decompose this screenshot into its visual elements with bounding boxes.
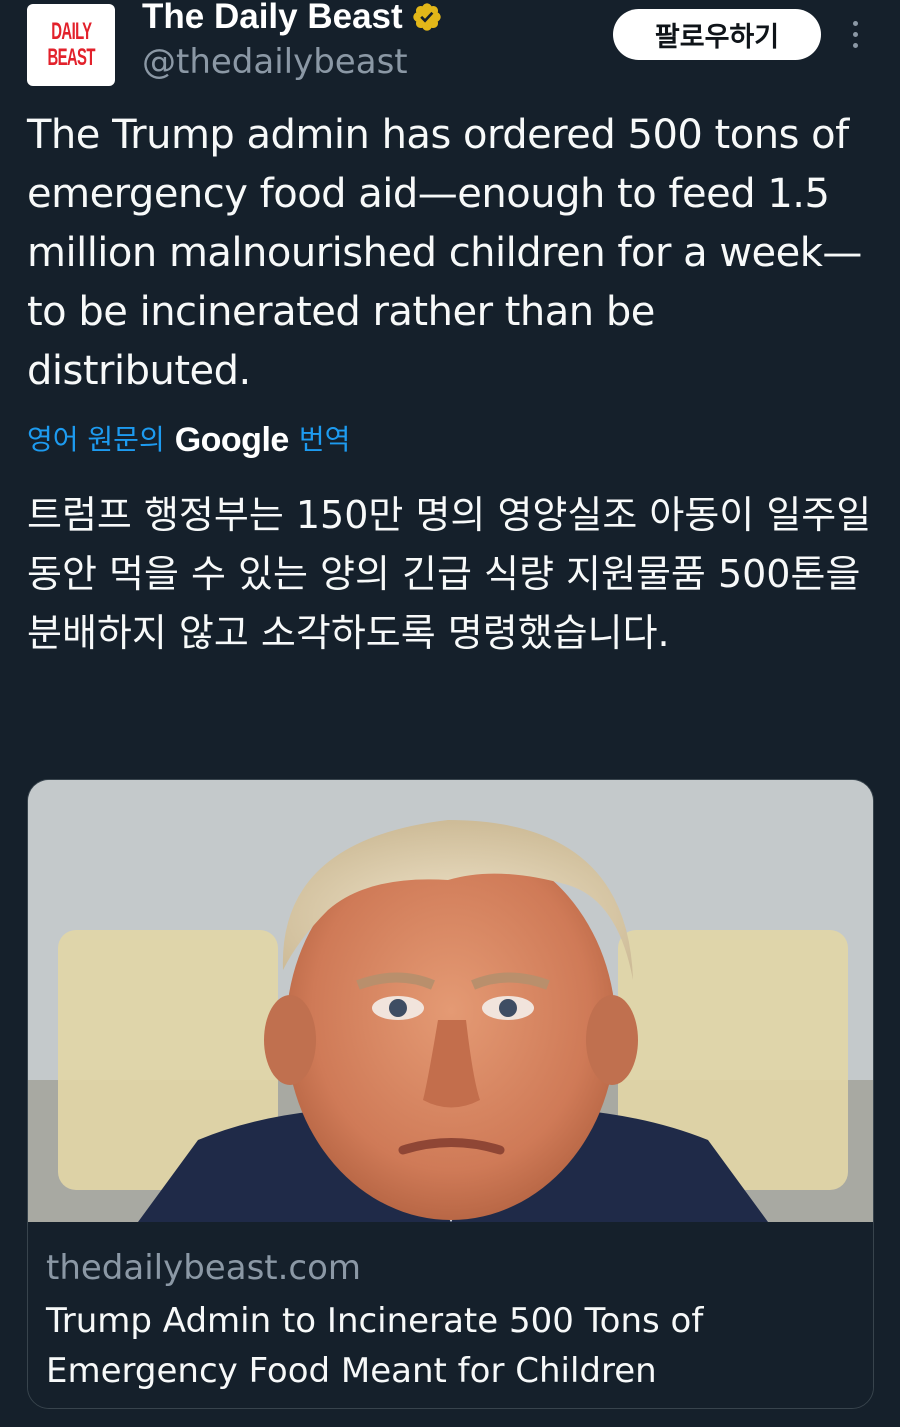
google-logo: Google: [174, 421, 290, 459]
card-text[interactable]: thedailybeast.com Trump Admin to Inciner…: [28, 1222, 873, 1408]
tweet: DAILY BEAST The Daily Beast @thedailybea…: [0, 0, 900, 1427]
more-vertical-icon[interactable]: [840, 14, 870, 54]
verified-badge-icon: [412, 3, 441, 31]
name-row: The Daily Beast: [142, 0, 443, 38]
translation-attribution: 영어 원문의 Google 번역: [27, 420, 350, 460]
logo-line-1: DAILY: [50, 18, 92, 45]
card-title[interactable]: Trump Admin to Incinerate 500 Tons of Em…: [46, 1296, 846, 1396]
card-image[interactable]: [28, 780, 873, 1222]
handle[interactable]: @thedailybeast: [142, 40, 408, 84]
avatar[interactable]: DAILY BEAST: [27, 4, 115, 86]
logo-line-2: BEAST: [47, 44, 95, 71]
follow-button[interactable]: 팔로우하기: [613, 9, 821, 60]
translation-suffix-link[interactable]: 번역: [299, 420, 351, 460]
translated-text: 트럼프 행정부는 150만 명의 영양실조 아동이 일주일 동안 먹을 수 있는…: [27, 493, 872, 655]
portrait-photo: [28, 780, 873, 1222]
tweet-text: The Trump admin has ordered 500 tons of …: [27, 112, 862, 394]
display-name[interactable]: The Daily Beast: [142, 0, 403, 38]
card-domain: thedailybeast.com: [46, 1248, 362, 1288]
link-card[interactable]: thedailybeast.com Trump Admin to Inciner…: [27, 779, 874, 1409]
translation-prefix-link[interactable]: 영어 원문의: [27, 420, 165, 460]
